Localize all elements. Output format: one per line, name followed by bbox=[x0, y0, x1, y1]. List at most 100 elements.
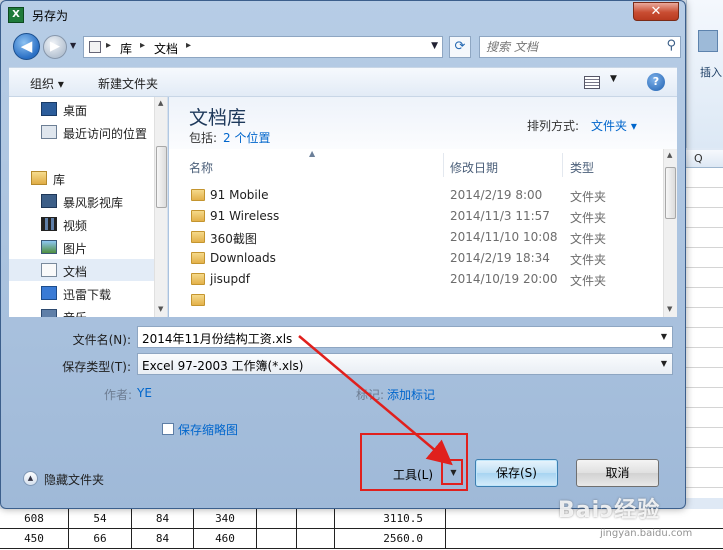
new-folder-button[interactable]: 新建文件夹 bbox=[98, 75, 158, 92]
sidebar-item-label: 音乐 bbox=[63, 309, 87, 317]
excel-cell[interactable]: 608 bbox=[0, 509, 68, 529]
sidebar-item-pictures[interactable]: 图片 bbox=[9, 236, 155, 258]
sidebar-item-thunder[interactable]: 迅雷下载 bbox=[9, 282, 155, 304]
view-dropdown-icon[interactable]: ▼ bbox=[610, 74, 617, 84]
sort-ascending-icon: ▲ bbox=[309, 149, 316, 158]
view-options-icon[interactable] bbox=[584, 76, 600, 89]
file-date: 2014/11/10 10:08 bbox=[450, 230, 558, 244]
save-thumbnail-checkbox[interactable] bbox=[162, 423, 174, 435]
dialog-title: 另存为 bbox=[32, 9, 69, 23]
sidebar-item-music[interactable]: 音乐 bbox=[9, 305, 155, 317]
search-input[interactable] bbox=[486, 39, 656, 55]
recent-pages-dropdown[interactable]: ▼ bbox=[70, 41, 76, 50]
arrange-by-label: 排列方式: bbox=[527, 119, 580, 133]
help-icon[interactable]: ? bbox=[647, 73, 665, 91]
scroll-down-icon[interactable]: ▼ bbox=[158, 305, 163, 313]
breadcrumb-library[interactable]: 库 bbox=[120, 40, 132, 57]
file-list-scrollbar[interactable]: ▲ ▼ bbox=[663, 149, 677, 317]
filename-value[interactable]: 2014年11月份结构工资.xls bbox=[142, 330, 292, 347]
file-row[interactable]: 360截图 2014/11/10 10:08 文件夹 bbox=[169, 227, 663, 248]
excel-cell[interactable] bbox=[296, 509, 334, 529]
save-thumbnail-label[interactable]: 保存缩略图 bbox=[178, 421, 238, 438]
filetype-dropdown-icon[interactable]: ▼ bbox=[661, 359, 667, 368]
excel-cell[interactable]: 84 bbox=[131, 529, 193, 549]
column-date-header[interactable]: 修改日期 bbox=[450, 159, 498, 176]
excel-cell[interactable] bbox=[256, 509, 296, 529]
excel-cell[interactable]: 340 bbox=[193, 509, 256, 529]
scrollbar-thumb[interactable] bbox=[665, 167, 676, 219]
column-type-header[interactable]: 类型 bbox=[570, 159, 594, 176]
sidebar-item-documents[interactable]: 文档 bbox=[9, 259, 155, 281]
column-name-header[interactable]: 名称 bbox=[189, 159, 213, 176]
sidebar-item-desktop[interactable]: 桌面 bbox=[9, 98, 155, 120]
cancel-button[interactable]: 取消 bbox=[576, 459, 659, 487]
sidebar-item-video-library[interactable]: 暴风影视库 bbox=[9, 190, 155, 212]
dialog-titlebar[interactable]: X 另存为 ✕ bbox=[1, 1, 687, 29]
breadcrumb-chevron-icon[interactable]: ▸ bbox=[140, 40, 145, 51]
folder-icon bbox=[191, 273, 205, 285]
file-name: Downloads bbox=[210, 251, 276, 265]
excel-cell-grid[interactable] bbox=[686, 168, 723, 498]
desktop-icon bbox=[41, 102, 57, 116]
insert-table-icon[interactable] bbox=[698, 30, 718, 52]
sidebar-item-label: 库 bbox=[53, 173, 66, 187]
filename-dropdown-icon[interactable]: ▼ bbox=[661, 332, 667, 341]
search-icon[interactable]: ⚲ bbox=[666, 38, 676, 53]
library-title: 文档库 bbox=[189, 107, 247, 129]
back-button[interactable]: ◀ bbox=[13, 33, 40, 60]
excel-column-header[interactable]: Q bbox=[686, 150, 723, 168]
navigation-scrollbar[interactable]: ▲ ▼ bbox=[154, 97, 167, 317]
search-box[interactable]: ⚲ bbox=[479, 36, 681, 58]
file-row-partial[interactable] bbox=[169, 290, 663, 311]
excel-cell[interactable]: 2560.0 bbox=[334, 529, 445, 549]
breadcrumb-chevron-icon[interactable]: ▸ bbox=[186, 40, 191, 51]
excel-cell[interactable]: 460 bbox=[193, 529, 256, 549]
sidebar-item-library[interactable]: 库 bbox=[9, 167, 155, 189]
close-button[interactable]: ✕ bbox=[633, 2, 679, 21]
refresh-button[interactable]: ⟳ bbox=[449, 36, 471, 58]
scroll-up-icon[interactable]: ▲ bbox=[667, 151, 672, 159]
file-type: 文件夹 bbox=[570, 253, 607, 267]
excel-cell[interactable]: 3110.5 bbox=[334, 509, 445, 529]
breadcrumb-chevron-icon[interactable]: ▸ bbox=[106, 40, 111, 51]
file-row[interactable]: 91 Mobile 2014/2/19 8:00 文件夹 bbox=[169, 185, 663, 206]
forward-button[interactable]: ▶ bbox=[43, 35, 67, 59]
sidebar-item-videos[interactable]: 视频 bbox=[9, 213, 155, 235]
includes-locations-link[interactable]: 2 个位置 bbox=[223, 129, 270, 146]
save-as-dialog: X 另存为 ✕ ◀ ▶ ▼ ▸ 库 ▸ 文档 ▸ ▼ ⟳ ⚲ 组织 ▾ 新建文件… bbox=[0, 0, 686, 509]
hide-folders-label[interactable]: 隐藏文件夹 bbox=[44, 471, 104, 488]
excel-cell[interactable]: 84 bbox=[131, 509, 193, 529]
file-row[interactable]: Downloads 2014/2/19 18:34 文件夹 bbox=[169, 248, 663, 269]
add-tags-field[interactable]: 添加标记 bbox=[387, 386, 435, 403]
breadcrumb-documents[interactable]: 文档 bbox=[154, 40, 178, 57]
filetype-select[interactable]: Excel 97-2003 工作簿(*.xls) ▼ bbox=[137, 353, 673, 375]
excel-cell[interactable] bbox=[256, 529, 296, 549]
file-list-pane: 文档库 包括: 2 个位置 排列方式: 文件夹 ▾ ▲ 名称 修改日期 类型 9… bbox=[169, 97, 677, 317]
file-row[interactable]: 91 Wireless 2014/11/3 11:57 文件夹 bbox=[169, 206, 663, 227]
excel-ribbon-insert[interactable]: 插入 bbox=[700, 64, 722, 80]
organize-menu[interactable]: 组织 ▾ bbox=[30, 75, 64, 92]
pictures-icon bbox=[41, 240, 57, 254]
column-divider[interactable] bbox=[443, 153, 444, 177]
excel-cell[interactable]: 66 bbox=[68, 529, 131, 549]
file-date: 2014/2/19 18:34 bbox=[450, 251, 550, 265]
chevron-up-icon[interactable]: ▲ bbox=[23, 471, 38, 486]
file-date: 2014/2/19 8:00 bbox=[450, 188, 543, 202]
excel-cell[interactable] bbox=[296, 529, 334, 549]
arrange-by-dropdown[interactable]: 文件夹 ▾ bbox=[591, 117, 637, 134]
excel-cell[interactable]: 54 bbox=[68, 509, 131, 529]
sidebar-item-label: 最近访问的位置 bbox=[63, 127, 148, 141]
excel-cell[interactable]: 450 bbox=[0, 529, 68, 549]
address-bar[interactable]: ▸ 库 ▸ 文档 ▸ ▼ bbox=[83, 36, 443, 58]
filename-field[interactable]: 2014年11月份结构工资.xls ▼ bbox=[137, 326, 673, 348]
scroll-down-icon[interactable]: ▼ bbox=[667, 305, 672, 313]
file-row[interactable]: jisupdf 2014/10/19 20:00 文件夹 bbox=[169, 269, 663, 290]
scroll-up-icon[interactable]: ▲ bbox=[158, 99, 163, 107]
save-button[interactable]: 保存(S) bbox=[475, 459, 558, 487]
music-icon bbox=[41, 309, 57, 317]
scrollbar-thumb[interactable] bbox=[156, 146, 167, 208]
author-value[interactable]: YE bbox=[137, 386, 152, 400]
sidebar-item-recent[interactable]: 最近访问的位置 bbox=[9, 121, 155, 143]
address-dropdown-icon[interactable]: ▼ bbox=[431, 41, 438, 51]
column-divider[interactable] bbox=[562, 153, 563, 177]
